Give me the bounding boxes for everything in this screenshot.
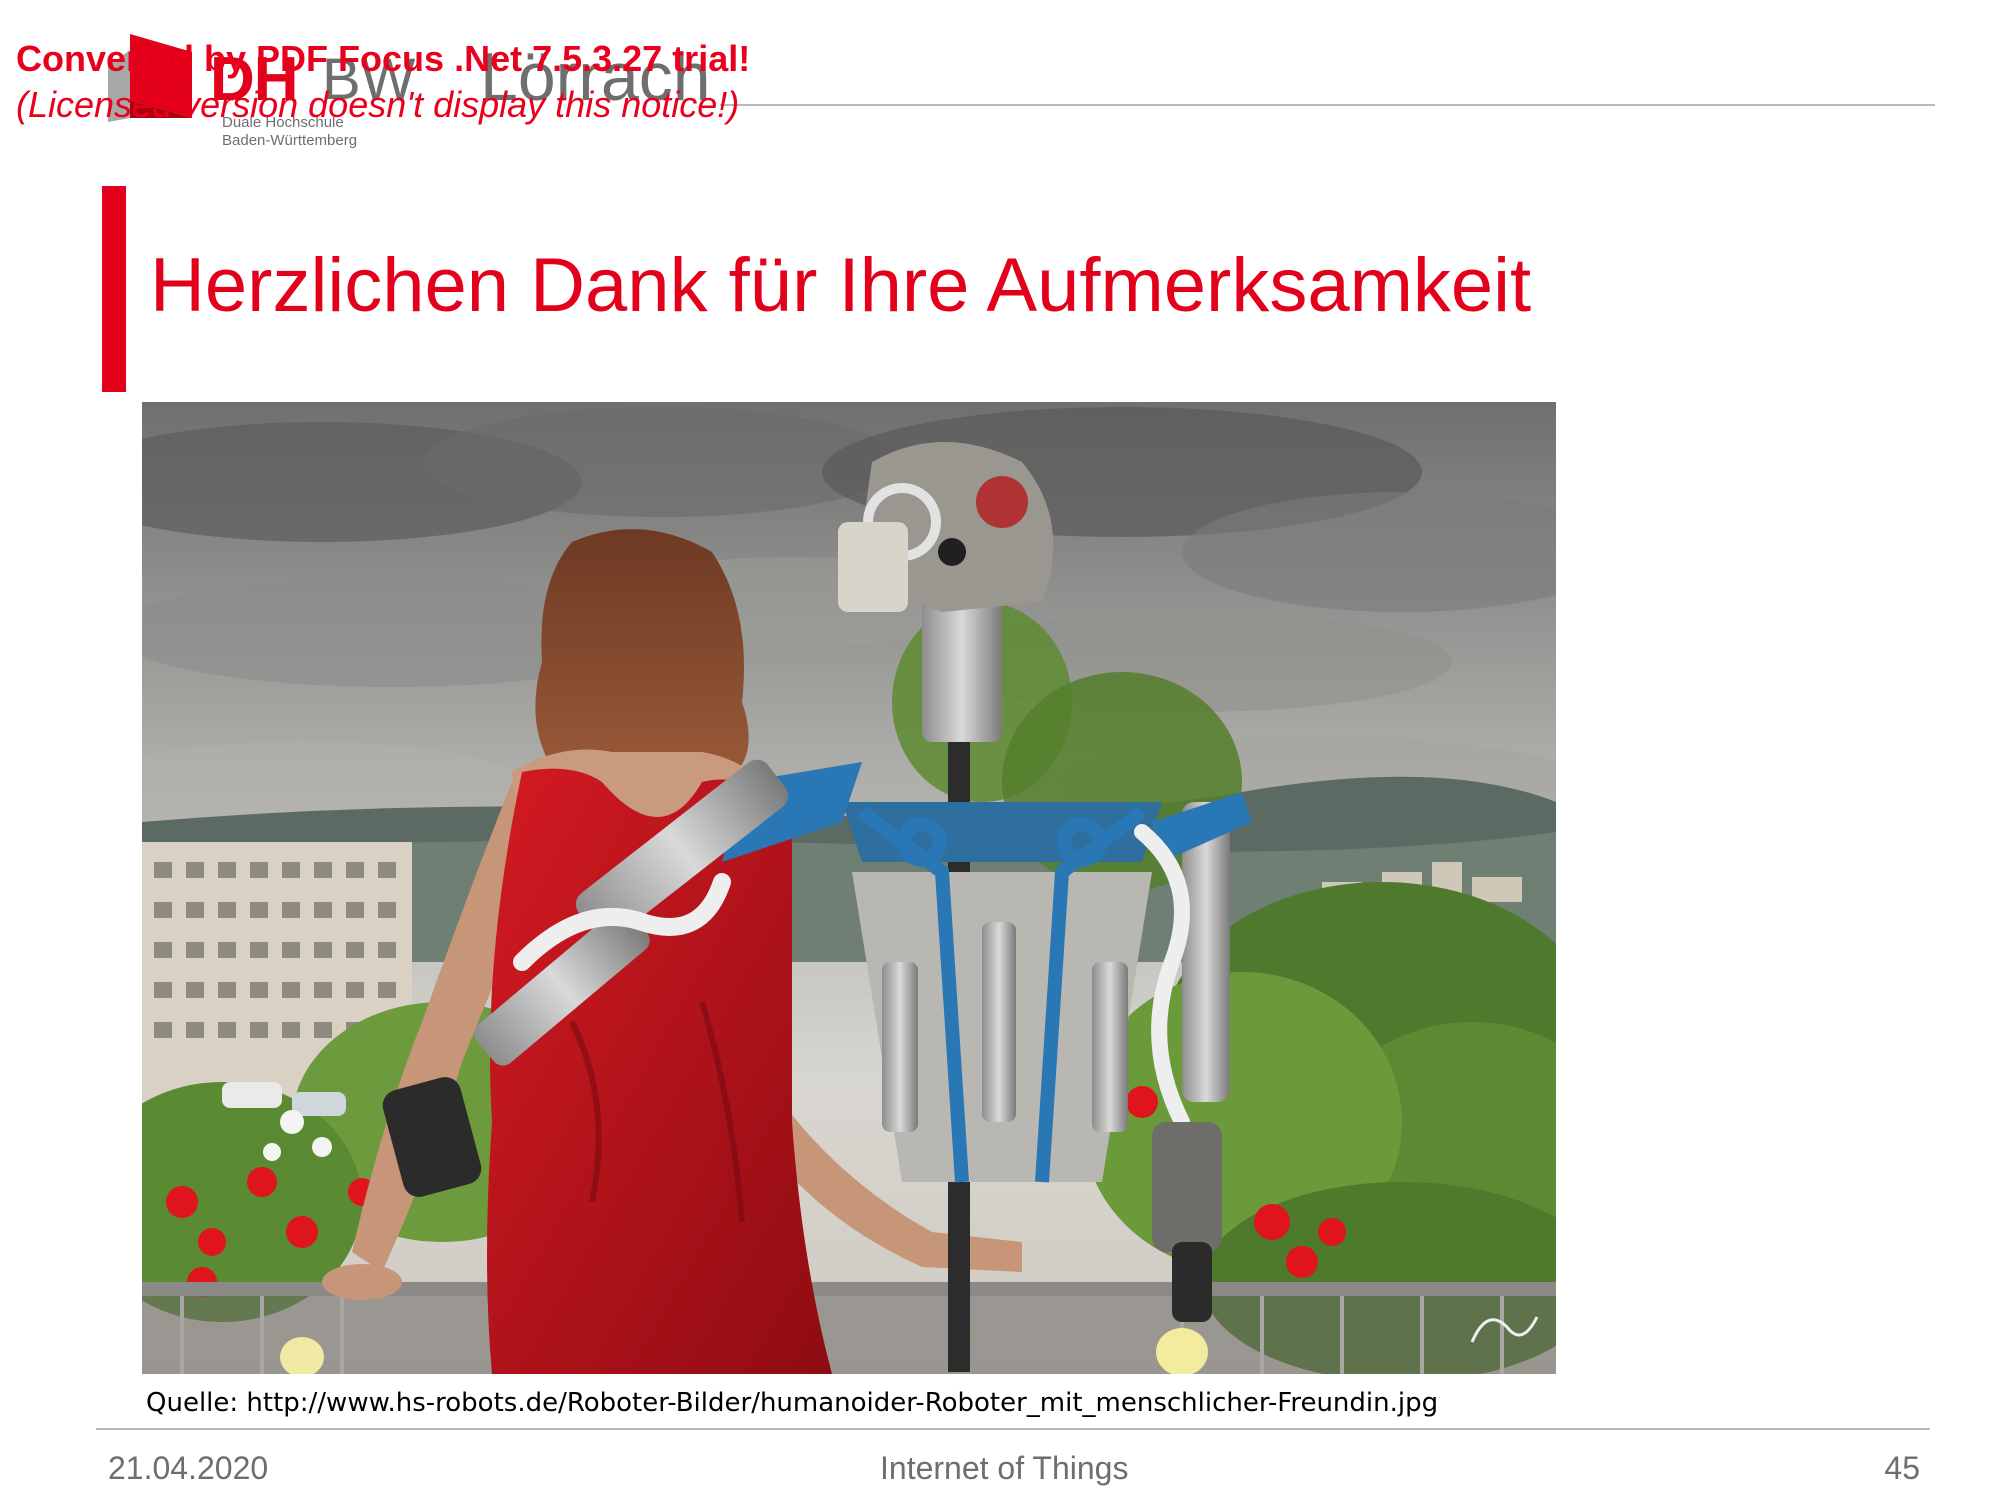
footer-page-number: 45 <box>1884 1450 1920 1486</box>
slide-title: Herzlichen Dank für Ihre Aufmerksamkeit <box>150 243 1532 328</box>
robot-photo-illustration <box>142 402 1556 1374</box>
title-accent-bar <box>102 186 126 392</box>
footer-date: 21.04.2020 <box>108 1450 269 1486</box>
robot-photo <box>142 402 1556 1374</box>
slide: DH BW Lörrach Duale Hochschule Baden-Wür… <box>0 0 2000 1500</box>
logo-subtitle-line2: Baden-Württemberg <box>222 132 358 149</box>
trial-watermark: Converted by PDF Focus .Net 7.5.3.27 tri… <box>16 36 750 128</box>
trial-watermark-line2: (Licensed version doesn't display this n… <box>16 84 740 125</box>
image-source-caption: Quelle: http://www.hs-robots.de/Roboter-… <box>146 1388 1439 1418</box>
header-divider <box>720 104 1935 106</box>
footer-presentation-title: Internet of Things <box>880 1450 1129 1486</box>
footer-divider <box>96 1428 1930 1430</box>
trial-watermark-line1: Converted by PDF Focus .Net 7.5.3.27 tri… <box>16 38 751 79</box>
